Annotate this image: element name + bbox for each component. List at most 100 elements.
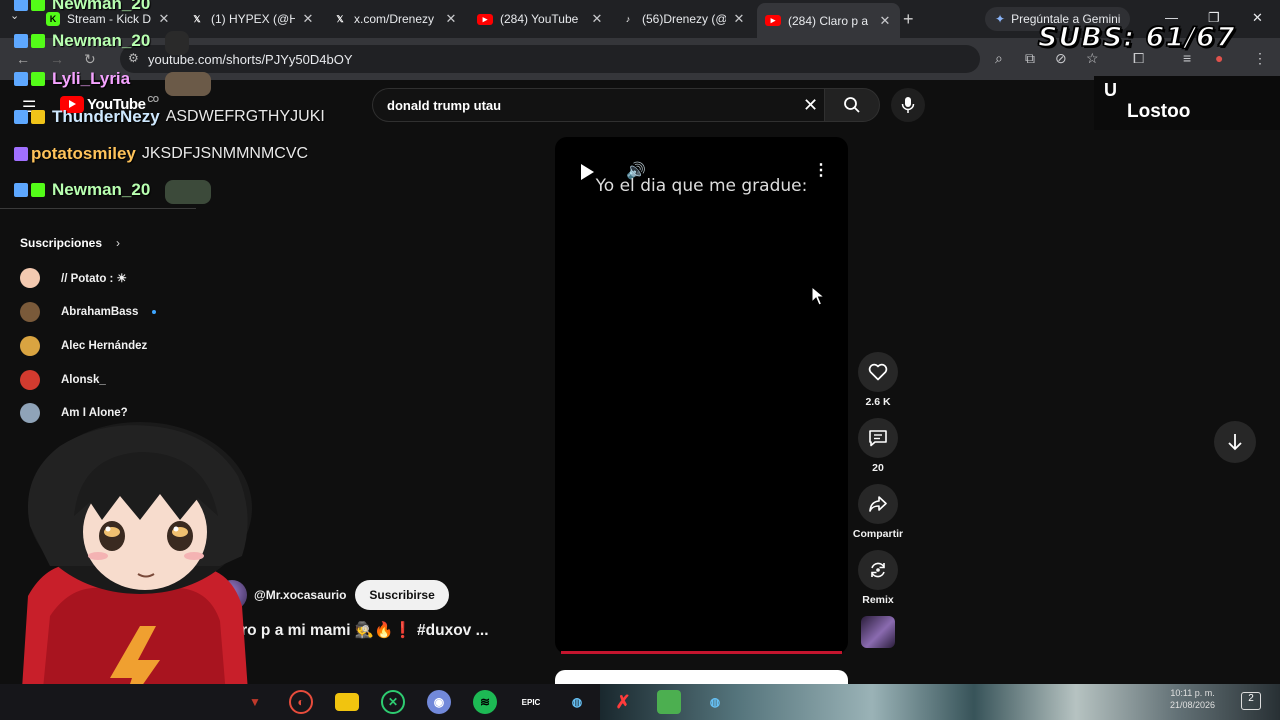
- remix-icon: [871, 562, 885, 578]
- sidebar-item-alonsk[interactable]: Alonsk_: [20, 369, 106, 391]
- heart-icon: [868, 363, 888, 381]
- tab-label: x.com/Drenezy: [354, 12, 435, 26]
- browser-menu-icon[interactable]: ⋮: [1253, 50, 1267, 67]
- steam-icon[interactable]: ◍: [565, 690, 589, 714]
- tab-close-icon[interactable]: ✕: [444, 11, 458, 27]
- reload-icon[interactable]: ↻: [84, 51, 96, 68]
- chevron-right-icon[interactable]: ›: [116, 236, 120, 250]
- arrow-down-icon: [1228, 434, 1242, 451]
- tab-label: Stream - Kick D: [67, 12, 151, 26]
- country-code: CO: [147, 95, 159, 104]
- search-icon: [844, 97, 860, 113]
- remix-button[interactable]: [858, 550, 898, 590]
- tab-close-icon[interactable]: ✕: [590, 11, 604, 27]
- tab-close-icon[interactable]: ✕: [157, 11, 171, 27]
- subscriptions-heading[interactable]: Suscripciones: [20, 236, 102, 250]
- mouse-cursor-icon: [811, 286, 825, 306]
- xbox-icon[interactable]: ✕: [381, 690, 405, 714]
- subscribe-button[interactable]: Suscribirse: [355, 580, 449, 610]
- chat-message: potatosmiley JKSDFJSNMMNMCVC: [14, 144, 308, 164]
- obs-icon[interactable]: ◐: [289, 690, 313, 714]
- youtube-icon: ▸: [765, 15, 781, 26]
- shorts-video-player[interactable]: 🔊 ⋮ Yo el dia que me gradue:: [555, 137, 848, 654]
- sidebar-item-abrahambass[interactable]: AbrahamBass: [20, 301, 157, 323]
- clock-time: 10:11 p. m.: [1170, 688, 1215, 698]
- x-app-icon[interactable]: ✗: [611, 690, 635, 714]
- x-icon: 𝕏: [336, 13, 344, 24]
- close-window-icon[interactable]: ✕: [1252, 10, 1263, 26]
- tab-label: (1) HYPEX (@H: [211, 12, 295, 26]
- chat-badge-icon: [31, 183, 45, 197]
- sidebar-item-label: Alonsk_: [61, 374, 106, 386]
- chat-message: Newman_20: [14, 180, 150, 200]
- streamer-name: Lostoo: [1127, 101, 1191, 122]
- channel-avatar: [20, 336, 40, 356]
- x-icon: 𝕏: [193, 13, 201, 24]
- clear-search-icon[interactable]: ✕: [803, 95, 818, 116]
- search-button[interactable]: [824, 88, 880, 122]
- chat-badge-icon: [14, 110, 28, 124]
- microphone-icon: [901, 97, 915, 113]
- chat-badge-icon: [14, 72, 28, 86]
- next-short-button[interactable]: [1214, 421, 1256, 463]
- spotify-icon[interactable]: ≋: [473, 690, 497, 714]
- minecraft-icon[interactable]: [657, 690, 681, 714]
- site-info-icon[interactable]: ⚙: [128, 51, 139, 65]
- sidebar-item-alec-hernandez[interactable]: Alec Hernández: [20, 335, 147, 357]
- chat-username: Newman_20: [52, 31, 151, 50]
- video-progress-bar[interactable]: [561, 651, 842, 654]
- new-content-dot: [152, 310, 157, 314]
- chat-emote-image: [165, 180, 211, 204]
- install-app-icon[interactable]: ⧉: [1025, 50, 1035, 67]
- comment-icon: [869, 430, 887, 447]
- share-button[interactable]: [858, 484, 898, 524]
- gemini-icon: ✦: [995, 12, 1006, 26]
- sidebar-item-potato[interactable]: // Potato : ☀: [20, 267, 127, 289]
- forward-icon[interactable]: →: [50, 51, 64, 67]
- discord-icon[interactable]: ◉: [427, 690, 451, 714]
- tab-x-drenezy[interactable]: 𝕏 x.com/Drenezy ✕: [333, 6, 458, 32]
- chat-badge-icon: [14, 0, 28, 11]
- tab-hypex[interactable]: 𝕏 (1) HYPEX (@H ✕: [190, 6, 315, 32]
- remix-label: Remix: [862, 594, 894, 606]
- comment-count: 20: [872, 462, 884, 474]
- tab-close-icon[interactable]: ✕: [301, 11, 315, 27]
- zoom-icon[interactable]: ⌕: [995, 50, 1003, 67]
- steam-icon[interactable]: ◍: [703, 690, 727, 714]
- address-bar[interactable]: ⚙ youtube.com/shorts/PJYy50D4bOY: [120, 45, 980, 73]
- tab-close-icon[interactable]: ✕: [878, 13, 892, 29]
- back-icon[interactable]: ←: [16, 51, 30, 67]
- chat-message: Lyli_Lyria: [14, 69, 130, 89]
- notification-count[interactable]: 2: [1241, 692, 1261, 710]
- tab-tiktok-drenezy[interactable]: ♪ (56)Drenezy (@ ✕: [621, 6, 746, 32]
- chat-username: Newman_20: [52, 180, 151, 199]
- tab-label: (284) YouTube: [500, 12, 579, 26]
- tab-youtube[interactable]: ▸ (284) YouTube ✕: [477, 6, 604, 32]
- kick-icon: K: [46, 12, 60, 26]
- chat-message: ThunderNezy ASDWEFRGTHYJUKI: [14, 107, 325, 127]
- channel-avatar: [20, 370, 40, 390]
- chat-username: Newman_20: [52, 0, 151, 13]
- chat-text: JKSDFJSNMMNMCVC: [141, 145, 309, 162]
- sidebar-item-label: AbrahamBass: [61, 306, 139, 318]
- comments-button[interactable]: [858, 418, 898, 458]
- chat-username: ThunderNezy: [52, 107, 160, 126]
- new-tab-icon[interactable]: +: [903, 9, 914, 30]
- tab-close-icon[interactable]: ✕: [732, 11, 746, 27]
- chat-username: Lyli_Lyria: [52, 69, 131, 88]
- game-launcher-icon[interactable]: ▼: [243, 690, 267, 714]
- epic-games-icon[interactable]: EPIC: [519, 690, 543, 714]
- share-label: Compartir: [852, 528, 904, 540]
- tab-active-short[interactable]: ▸ (284) Claro p a ✕: [757, 3, 900, 38]
- search-input[interactable]: donald trump utau: [372, 88, 824, 122]
- screen: { "browser": { "tabs": [ {"label": "Stre…: [0, 0, 1280, 720]
- sound-thumbnail[interactable]: [861, 616, 895, 648]
- chat-badge-icon: [14, 34, 28, 48]
- chat-text: ASDWEFRGTHYJUKI: [165, 108, 325, 125]
- youtube-icon: ▸: [477, 13, 493, 25]
- folder-icon[interactable]: [335, 693, 359, 711]
- system-clock[interactable]: 10:11 p. m. 21/08/2026: [1170, 687, 1215, 711]
- channel-handle[interactable]: @Mr.xocasaurio: [254, 588, 346, 602]
- like-button[interactable]: [858, 352, 898, 392]
- voice-search-button[interactable]: [891, 88, 925, 122]
